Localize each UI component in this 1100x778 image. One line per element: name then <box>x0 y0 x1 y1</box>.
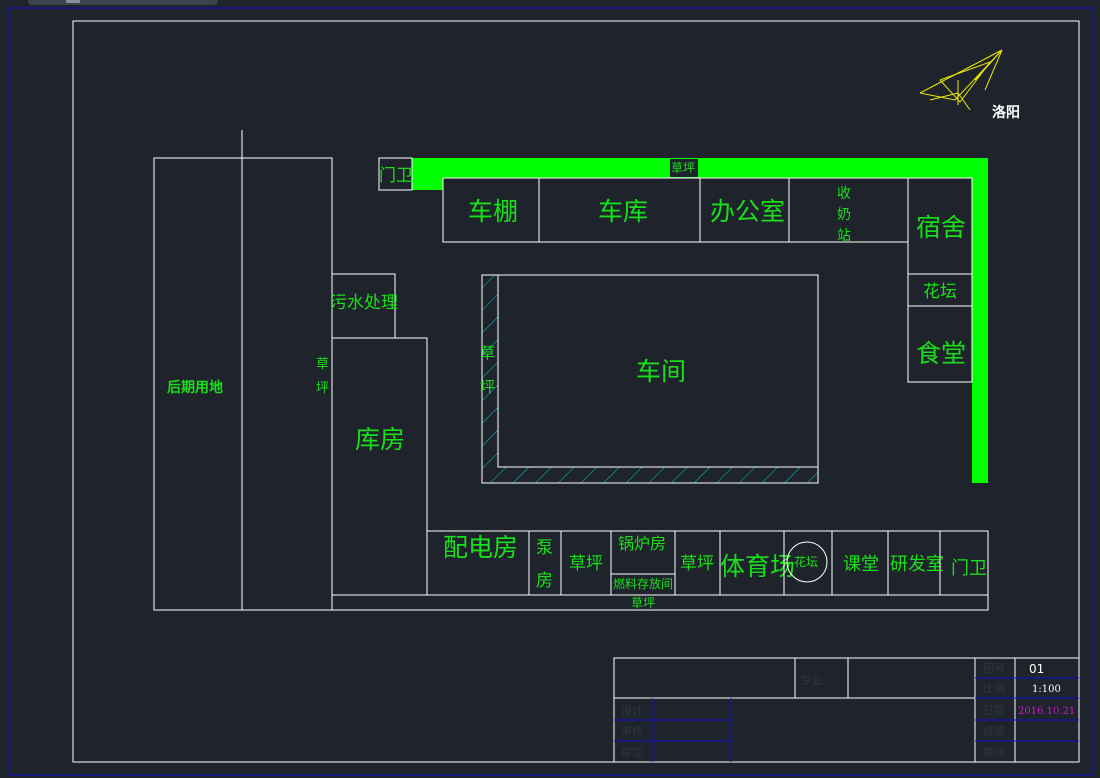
gate-right-label: 门卫 <box>951 558 987 579</box>
date-label: 日期 <box>983 704 1005 717</box>
lawn-bottom-1-label: 草坪 <box>569 554 603 574</box>
reviewer-label: 审阅 <box>983 745 1005 759</box>
sewage-label: 污水处理 <box>330 293 398 313</box>
major-label: 专业 <box>800 673 822 687</box>
grade-label: 成绩 <box>983 725 1005 738</box>
bike-shed-label: 车棚 <box>468 197 518 226</box>
pump-room-label-2: 房 <box>536 571 553 591</box>
office-label: 办公室 <box>710 197 785 226</box>
boiler-room-label: 锅炉房 <box>618 534 666 553</box>
lawn-top-label: 草坪 <box>671 161 695 175</box>
drawing-no-label: 图号 <box>983 662 1005 675</box>
warehouse-label: 库房 <box>355 425 405 454</box>
lawn-left-label-1: 草 <box>316 357 329 372</box>
approver-label: 审定 <box>621 745 643 759</box>
scale-label: 比例 <box>983 681 1005 695</box>
power-room-label: 配电房 <box>443 533 518 562</box>
classroom-label: 课堂 <box>843 554 879 575</box>
lawn-workshop-label-1: 草 <box>480 344 495 362</box>
lawn-left-label-2: 坪 <box>316 381 329 396</box>
designer-label: 设计 <box>621 704 643 717</box>
lawn-workshop-label-2: 坪 <box>480 378 495 396</box>
gate-left-label: 门卫 <box>379 166 413 186</box>
drawing-no-value: 01 <box>1029 662 1044 676</box>
future-land-label: 后期用地 <box>167 379 223 396</box>
lawn-bottom-2-label: 草坪 <box>680 554 714 574</box>
bottom-strip <box>331 594 989 611</box>
checker-label: 审核 <box>621 724 643 738</box>
flower-bed-circle-label: 花坛 <box>794 554 818 569</box>
north-arrow-icon <box>919 49 1003 111</box>
canteen-label: 食堂 <box>916 339 966 368</box>
rnd-label: 研发室 <box>890 554 944 575</box>
garage-label: 车库 <box>598 197 648 226</box>
workshop-label: 车间 <box>636 357 686 386</box>
flower-bed-right-label: 花坛 <box>923 282 957 302</box>
milk-station-label-3: 站 <box>837 228 851 244</box>
milk-station-label-1: 收 <box>837 186 851 202</box>
milk-station-label-2: 奶 <box>837 207 851 223</box>
scale-value: 1:100 <box>1032 684 1061 695</box>
dormitory-label: 宿舍 <box>916 213 966 242</box>
date-value: 2016.10.21 <box>1018 706 1075 717</box>
warehouse-block <box>331 337 428 596</box>
cad-drawing-canvas: 洛阳 后期用地 草 坪 草坪 门卫 车棚 车库 办公室 收 奶 站 宿舍 花坛 … <box>8 7 1093 776</box>
title-block <box>613 657 1080 763</box>
lawn-bottom-strip-label: 草坪 <box>631 596 655 610</box>
fuel-storage-label: 燃料存放间 <box>613 576 673 591</box>
pump-room-label-1: 泵 <box>536 538 553 558</box>
north-label: 洛阳 <box>992 104 1020 121</box>
